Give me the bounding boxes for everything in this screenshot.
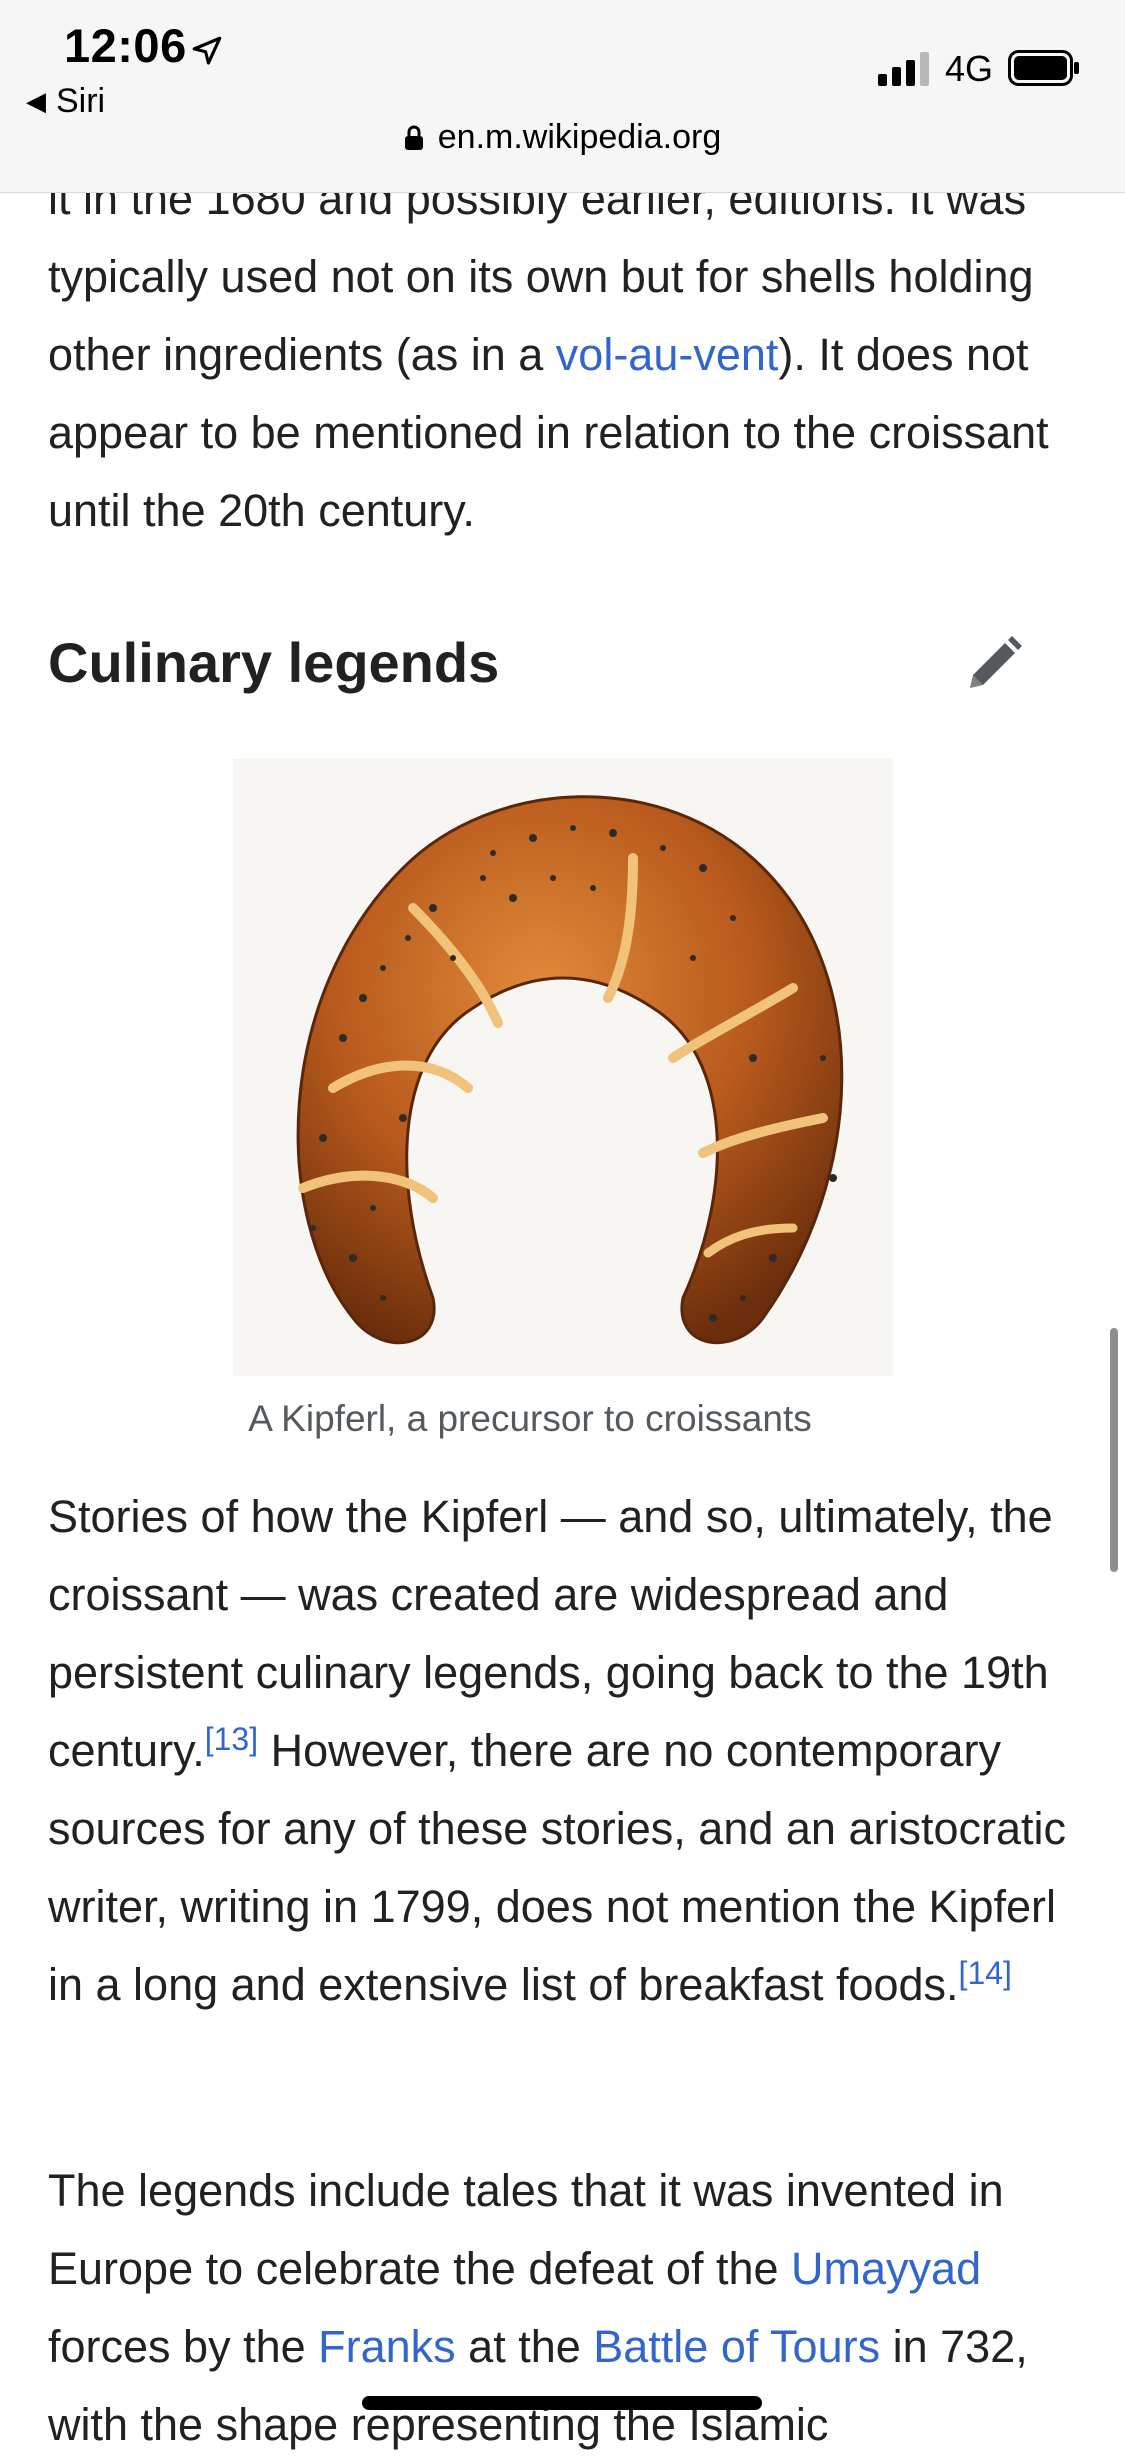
link-franks[interactable]: Franks [318,2321,456,2372]
citation-14-link[interactable]: [14] [959,1955,1012,1991]
network-type: 4G [945,48,994,89]
image-caption: A Kipferl, a precursor to croissants [248,1398,812,1439]
back-triangle-icon: ◀ [26,86,46,116]
tales-text-2: forces by the [48,2321,319,2372]
page-scrollbar[interactable] [1110,1328,1118,1572]
browser-top-bar: 12:06 ◀ Siri 4G en.m.wikipedia.org [0,0,1125,193]
tales-paragraph: The legends include tales that it was in… [48,2152,1078,2464]
tales-text-3: at the [455,2321,594,2372]
status-time: 12:06 [64,19,187,72]
url-domain: en.m.wikipedia.org [437,118,722,156]
legends-paragraph: Stories of how the Kipferl — and so, ult… [48,1478,1078,2024]
cellular-signal-icon [878,52,929,86]
location-arrow-icon [192,36,222,65]
citation-13[interactable]: [13] [205,1721,258,1757]
citation-13-link[interactable]: [13] [205,1721,258,1757]
citation-14[interactable]: [14] [959,1955,1012,1991]
kipferl-illustration [233,758,893,1376]
section-title: Culinary legends [48,631,500,694]
link-umayyad[interactable]: Umayyad [791,2243,981,2294]
lock-icon [404,125,423,150]
intro-paragraph: it in the 1680 and possibly earlier, edi… [48,160,1078,550]
kipferl-image[interactable] [233,758,893,1376]
back-to-siri-button[interactable]: ◀ Siri [26,82,105,121]
link-battle-of-tours[interactable]: Battle of Tours [593,2321,880,2372]
url-bar[interactable]: en.m.wikipedia.org [0,118,1125,157]
home-indicator[interactable] [362,2396,762,2410]
battery-icon [1008,50,1079,86]
pencil-icon[interactable] [962,634,1024,696]
link-vol-au-vent[interactable]: vol-au-vent [556,329,779,380]
back-app-label: Siri [56,82,106,120]
